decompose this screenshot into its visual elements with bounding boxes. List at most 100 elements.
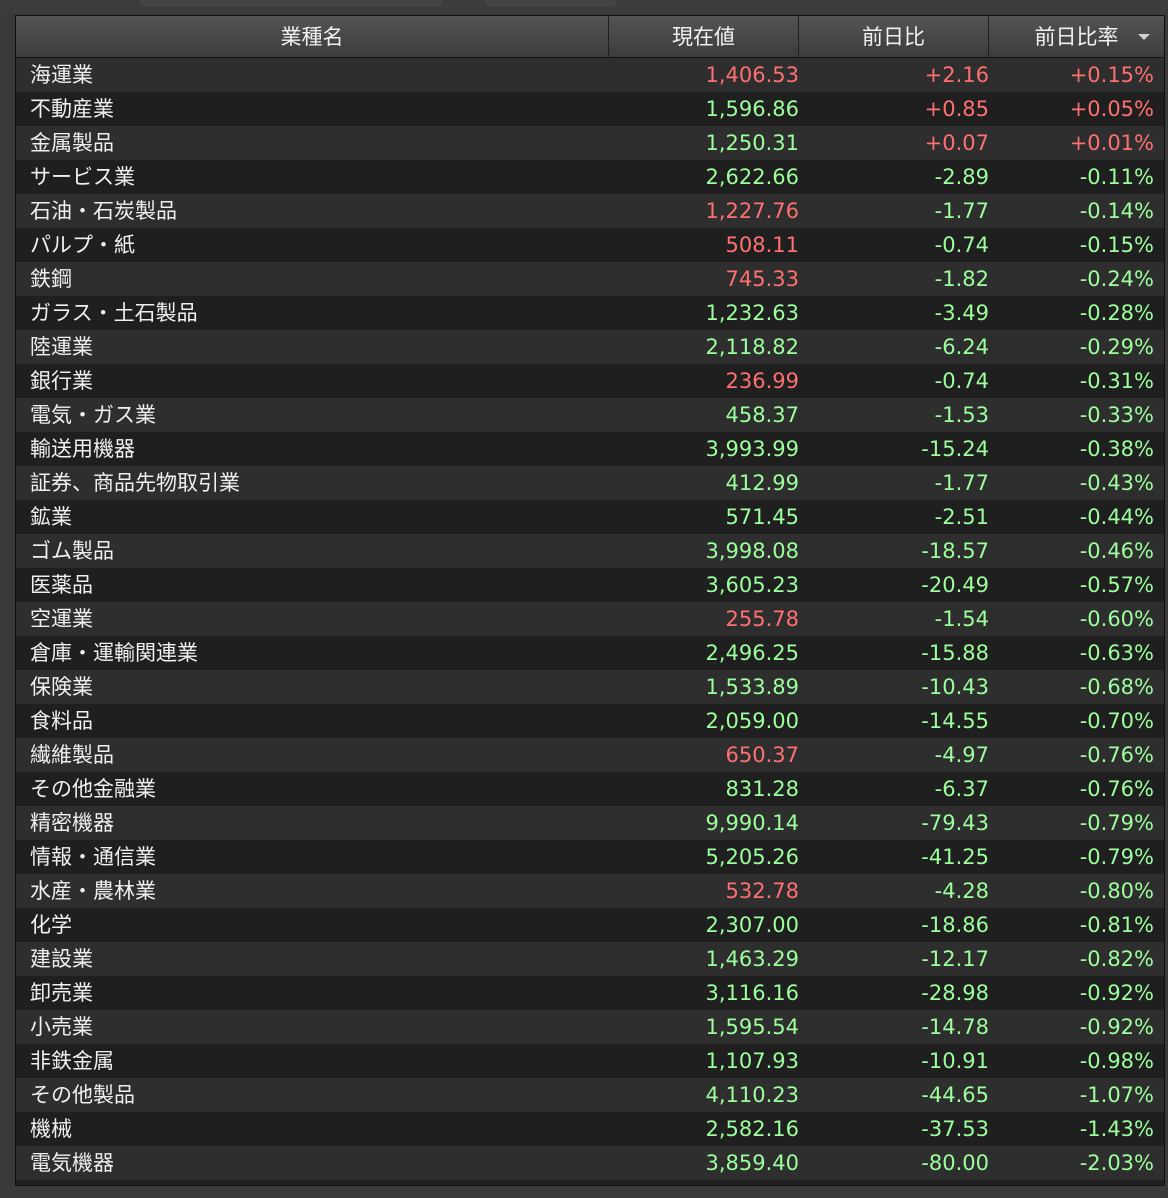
table-row[interactable]: ゴム製品 3,998.08 -18.57 -0.46% [16,534,1164,568]
cell-change-pct: -1.43% [1079,1117,1154,1141]
cell-price: 5,205.26 [705,845,799,869]
cell-price: 532.78 [725,879,799,903]
table-row[interactable]: 情報・通信業 5,205.26 -41.25 -0.79% [16,840,1164,874]
table-row[interactable]: パルプ・紙 508.11 -0.74 -0.15% [16,228,1164,262]
cell-change-pct: -0.70% [1079,709,1154,733]
cell-change: -20.49 [921,573,989,597]
cell-change-pct: -0.76% [1079,743,1154,767]
cell-change: -14.55 [921,709,989,733]
table-row[interactable]: 金属製品 1,250.31 +0.07 +0.01% [16,126,1164,160]
cell-sector-name: その他金融業 [30,777,156,801]
cell-sector-name: 金属製品 [30,131,114,155]
cell-price: 2,059.00 [705,709,799,733]
cell-change-pct: -2.03% [1079,1151,1154,1175]
table-row[interactable]: 医薬品 3,605.23 -20.49 -0.57% [16,568,1164,602]
cell-price: 745.33 [725,267,799,291]
table-row[interactable]: 電気・ガス業 458.37 -1.53 -0.33% [16,398,1164,432]
cell-price: 1,250.31 [705,131,799,155]
cell-sector-name: 繊維製品 [30,743,114,767]
table-row[interactable]: 非鉄金属 1,107.93 -10.91 -0.98% [16,1044,1164,1078]
table-row[interactable]: 証券、商品先物取引業 412.99 -1.77 -0.43% [16,466,1164,500]
column-header-change-pct[interactable]: 前日比率 [989,16,1164,58]
table-row[interactable]: 卸売業 3,116.16 -28.98 -0.92% [16,976,1164,1010]
cell-change-pct: -0.38% [1079,437,1154,461]
cell-sector-name: 石油・石炭製品 [30,199,177,223]
cell-change-pct: -0.98% [1079,1049,1154,1073]
cell-price: 412.99 [725,471,799,495]
cell-sector-name: 不動産業 [30,97,114,121]
cell-change: -4.28 [934,879,989,903]
table-row[interactable]: サービス業 2,622.66 -2.89 -0.11% [16,160,1164,194]
cell-change: +0.07 [924,131,989,155]
table-row[interactable]: 精密機器 9,990.14 -79.43 -0.79% [16,806,1164,840]
cell-price: 650.37 [725,743,799,767]
cell-sector-name: 保険業 [30,675,93,699]
cell-change: -37.53 [921,1117,989,1141]
toolbar-stub [485,0,617,6]
cell-change: -15.24 [921,437,989,461]
table-row[interactable]: 輸送用機器 3,993.99 -15.24 -0.38% [16,432,1164,466]
cell-sector-name: 輸送用機器 [30,437,135,461]
sort-descending-icon[interactable] [1138,34,1150,40]
table-row[interactable]: 銀行業 236.99 -0.74 -0.31% [16,364,1164,398]
cell-price: 255.78 [725,607,799,631]
table-row[interactable]: 空運業 255.78 -1.54 -0.60% [16,602,1164,636]
table-row[interactable]: 海運業 1,406.53 +2.16 +0.15% [16,58,1164,92]
cell-change: -1.53 [934,403,989,427]
cell-change: -18.86 [921,913,989,937]
cell-sector-name: その他製品 [30,1083,135,1107]
cell-price: 2,496.25 [705,641,799,665]
table-row[interactable]: 化学 2,307.00 -18.86 -0.81% [16,908,1164,942]
cell-sector-name: ガラス・土石製品 [30,301,198,325]
table-row[interactable]: 保険業 1,533.89 -10.43 -0.68% [16,670,1164,704]
table-row[interactable]: 繊維製品 650.37 -4.97 -0.76% [16,738,1164,772]
cell-price: 4,110.23 [705,1083,799,1107]
cell-change-pct: +0.15% [1069,63,1154,87]
column-header-change[interactable]: 前日比 [799,16,989,58]
cell-price: 1,596.86 [705,97,799,121]
cell-change: -2.89 [934,165,989,189]
cell-sector-name: 非鉄金属 [30,1049,114,1073]
cell-price: 2,307.00 [705,913,799,937]
cell-change: -80.00 [921,1151,989,1175]
cell-change-pct: +0.05% [1069,97,1154,121]
column-header-price[interactable]: 現在値 [609,16,799,58]
cell-change-pct: -0.24% [1079,267,1154,291]
cell-change-pct: -0.80% [1079,879,1154,903]
table-row[interactable]: 機械 2,582.16 -37.53 -1.43% [16,1112,1164,1146]
table-row[interactable]: 不動産業 1,596.86 +0.85 +0.05% [16,92,1164,126]
table-row[interactable]: 電気機器 3,859.40 -80.00 -2.03% [16,1146,1164,1180]
cell-price: 3,859.40 [705,1151,799,1175]
table-row[interactable]: 水産・農林業 532.78 -4.28 -0.80% [16,874,1164,908]
table-row[interactable]: 鉱業 571.45 -2.51 -0.44% [16,500,1164,534]
cell-price: 3,116.16 [705,981,799,1005]
table-row[interactable]: ガラス・土石製品 1,232.63 -3.49 -0.28% [16,296,1164,330]
table-header: 業種名 現在値 前日比 前日比率 [16,16,1164,58]
cell-change: +0.85 [924,97,989,121]
cell-change: -0.74 [934,233,989,257]
cell-change-pct: -0.28% [1079,301,1154,325]
cell-price: 1,533.89 [705,675,799,699]
cell-change: -6.37 [934,777,989,801]
table-row[interactable]: 倉庫・運輸関連業 2,496.25 -15.88 -0.63% [16,636,1164,670]
cell-price: 1,227.76 [705,199,799,223]
cell-sector-name: 水産・農林業 [30,879,156,903]
cell-sector-name: 卸売業 [30,981,93,1005]
cell-sector-name: 建設業 [30,947,93,971]
table-row[interactable]: 小売業 1,595.54 -14.78 -0.92% [16,1010,1164,1044]
column-header-name[interactable]: 業種名 [16,16,609,58]
cell-price: 1,595.54 [705,1015,799,1039]
table-row[interactable]: 食料品 2,059.00 -14.55 -0.70% [16,704,1164,738]
table-row[interactable]: 陸運業 2,118.82 -6.24 -0.29% [16,330,1164,364]
cell-sector-name: パルプ・紙 [30,233,135,257]
table-row[interactable]: 石油・石炭製品 1,227.76 -1.77 -0.14% [16,194,1164,228]
cell-sector-name: 海運業 [30,63,93,87]
cell-sector-name: 医薬品 [30,573,93,597]
cell-change: -6.24 [934,335,989,359]
table-row[interactable]: 鉄鋼 745.33 -1.82 -0.24% [16,262,1164,296]
cell-change: -44.65 [921,1083,989,1107]
table-row[interactable]: その他製品 4,110.23 -44.65 -1.07% [16,1078,1164,1112]
cell-change: -1.82 [934,267,989,291]
table-row[interactable]: 建設業 1,463.29 -12.17 -0.82% [16,942,1164,976]
table-row[interactable]: その他金融業 831.28 -6.37 -0.76% [16,772,1164,806]
